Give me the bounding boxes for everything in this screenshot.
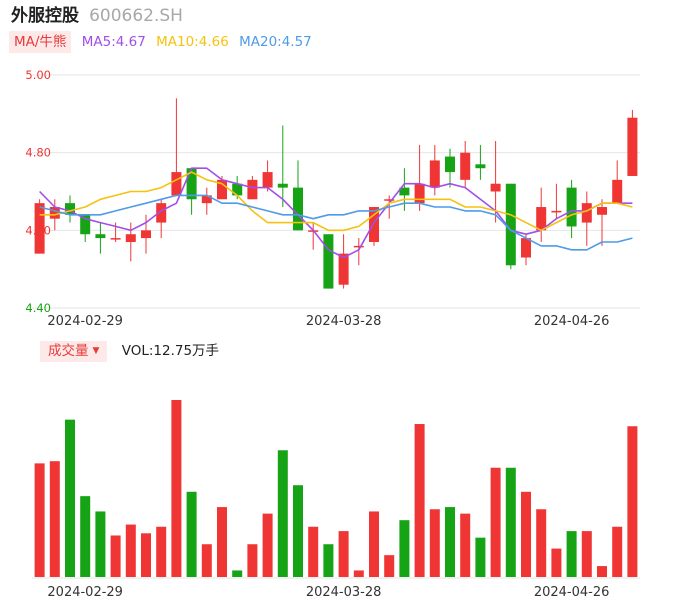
candle-body: [414, 183, 425, 204]
volume-bar: [80, 496, 91, 577]
candle-body: [566, 187, 577, 227]
candle-body: [171, 172, 182, 196]
volume-bar: [65, 419, 75, 577]
candle-body: [521, 238, 531, 258]
candle-body: [34, 203, 45, 254]
candle-body: [293, 187, 303, 231]
candle-body: [505, 183, 516, 266]
volume-bar: [505, 467, 516, 577]
volume-bar: [551, 548, 562, 577]
volume-bar: [475, 537, 486, 577]
volume-bar: [308, 526, 319, 577]
volume-bar: [125, 524, 136, 577]
candle-body: [49, 207, 60, 219]
candle-body: [353, 245, 364, 248]
candle-body: [141, 230, 151, 239]
volume-bar: [490, 467, 501, 577]
volume-bar: [597, 566, 607, 577]
volume-bar: [49, 461, 60, 577]
volume-bar: [566, 531, 577, 577]
volume-bar: [95, 511, 106, 577]
candle-body: [323, 234, 334, 289]
volume-bar: [414, 424, 425, 577]
volume-bar: [460, 513, 471, 577]
candle-body: [110, 238, 121, 240]
volume-bar: [323, 544, 334, 577]
candle-body: [460, 152, 471, 180]
volume-bar: [186, 491, 197, 577]
volume-bar: [277, 450, 288, 577]
volume-bar: [353, 570, 364, 577]
volume-bar: [612, 526, 623, 577]
volume-bar: [521, 491, 531, 577]
y-tick-label: 4.40: [25, 301, 51, 315]
volume-bar: [581, 531, 592, 577]
candle-body: [627, 117, 638, 176]
volume-bar: [217, 507, 227, 577]
volume-bar: [262, 513, 273, 577]
volume-bar: [247, 544, 258, 577]
volume-bar: [156, 526, 167, 577]
volume-bar: [369, 511, 379, 577]
y-tick-label: 4.80: [25, 146, 51, 160]
volume-bar: [293, 485, 303, 577]
volume-bar: [445, 507, 455, 577]
candle-body: [612, 179, 623, 204]
volume-bar: [110, 535, 121, 577]
stock-chart[interactable]: 5.004.804.604.402024-02-292024-02-292024…: [0, 0, 686, 606]
x-tick-label: 2024-02-29: [47, 585, 123, 600]
x-tick-label: 2024-03-28: [306, 314, 382, 329]
volume-bar: [429, 509, 440, 577]
candle-body: [429, 160, 440, 188]
candle-body: [581, 203, 592, 223]
volume-bar: [399, 520, 410, 577]
volume-bar: [536, 509, 547, 577]
volume-bar: [34, 463, 45, 577]
volume-bar: [232, 570, 243, 577]
volume-bar: [171, 400, 182, 577]
volume-bar: [201, 544, 212, 577]
candle-body: [125, 234, 136, 242]
volume-bar: [627, 426, 638, 577]
candle-body: [277, 183, 288, 188]
x-tick-label: 2024-04-26: [534, 585, 610, 600]
x-tick-label: 2024-03-28: [306, 585, 382, 600]
candle-body: [597, 207, 607, 215]
volume-bar: [338, 531, 349, 577]
candle-body: [445, 156, 455, 173]
candle-body: [551, 210, 562, 213]
x-tick-label: 2024-04-26: [534, 314, 610, 329]
candle-body: [247, 179, 258, 200]
candle-body: [262, 172, 273, 188]
volume-bar: [141, 533, 151, 577]
volume-bar: [384, 555, 395, 577]
y-tick-label: 5.00: [25, 68, 51, 82]
candle-body: [490, 183, 501, 192]
x-tick-label: 2024-02-29: [47, 314, 123, 329]
candle-body: [475, 164, 486, 169]
candle-body: [95, 234, 106, 239]
